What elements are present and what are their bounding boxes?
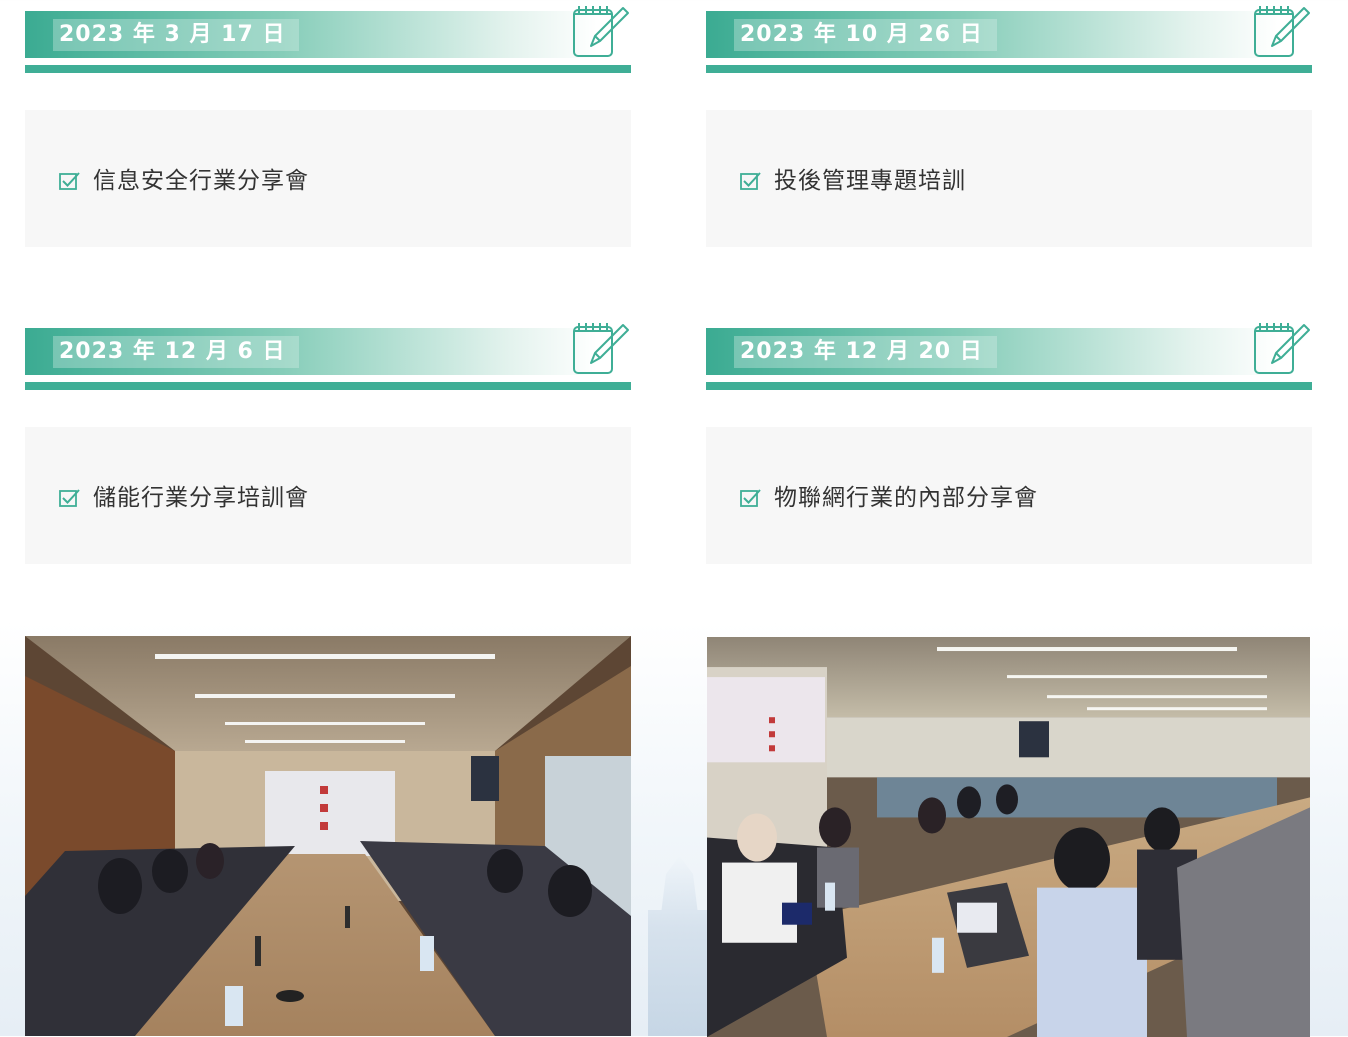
date-underline xyxy=(706,65,1312,73)
event-title: 儲能行業分享培訓會 xyxy=(93,485,309,511)
notepad-pencil-icon xyxy=(573,6,629,57)
event-date: 2023 年 12 月 20 日 xyxy=(734,336,997,368)
checkbox-check-icon xyxy=(59,489,80,507)
event-card: 2023 年 3 月 17 日 信息安全行業分享會 xyxy=(25,0,631,247)
date-underline xyxy=(25,65,631,73)
checkbox-check-icon xyxy=(59,172,80,190)
event-title: 投後管理專題培訓 xyxy=(774,168,966,194)
event-title: 物聯網行業的內部分享會 xyxy=(774,485,1038,511)
checkbox-check-icon xyxy=(740,489,761,507)
date-underline xyxy=(706,382,1312,390)
event-date: 2023 年 12 月 6 日 xyxy=(53,336,300,368)
event-date: 2023 年 10 月 26 日 xyxy=(734,19,997,51)
event-item: 物聯網行業的內部分享會 xyxy=(740,483,1038,513)
date-header: 2023 年 12 月 6 日 xyxy=(25,317,631,390)
meeting-photo-left xyxy=(25,636,631,1036)
meeting-photo-right xyxy=(707,637,1310,1037)
date-header: 2023 年 12 月 20 日 xyxy=(706,317,1312,390)
date-header: 2023 年 3 月 17 日 xyxy=(25,0,631,73)
checkbox-check-icon xyxy=(740,172,761,190)
event-date: 2023 年 3 月 17 日 xyxy=(53,19,300,51)
notepad-pencil-icon xyxy=(1254,323,1310,374)
event-item: 儲能行業分享培訓會 xyxy=(59,483,309,513)
date-underline xyxy=(25,382,631,390)
event-card: 2023 年 12 月 6 日 儲能行業分享培訓會 xyxy=(25,317,631,564)
event-box: 物聯網行業的內部分享會 xyxy=(706,427,1312,564)
event-card: 2023 年 12 月 20 日 物聯網行業的內部分享會 xyxy=(706,317,1312,564)
notepad-pencil-icon xyxy=(573,323,629,374)
event-card: 2023 年 10 月 26 日 投後管理專題培訓 xyxy=(706,0,1312,247)
event-title: 信息安全行業分享會 xyxy=(93,168,309,194)
event-box: 投後管理專題培訓 xyxy=(706,110,1312,247)
notepad-pencil-icon xyxy=(1254,6,1310,57)
event-item: 投後管理專題培訓 xyxy=(740,166,966,196)
date-header: 2023 年 10 月 26 日 xyxy=(706,0,1312,73)
event-box: 儲能行業分享培訓會 xyxy=(25,427,631,564)
event-item: 信息安全行業分享會 xyxy=(59,166,309,196)
event-box: 信息安全行業分享會 xyxy=(25,110,631,247)
